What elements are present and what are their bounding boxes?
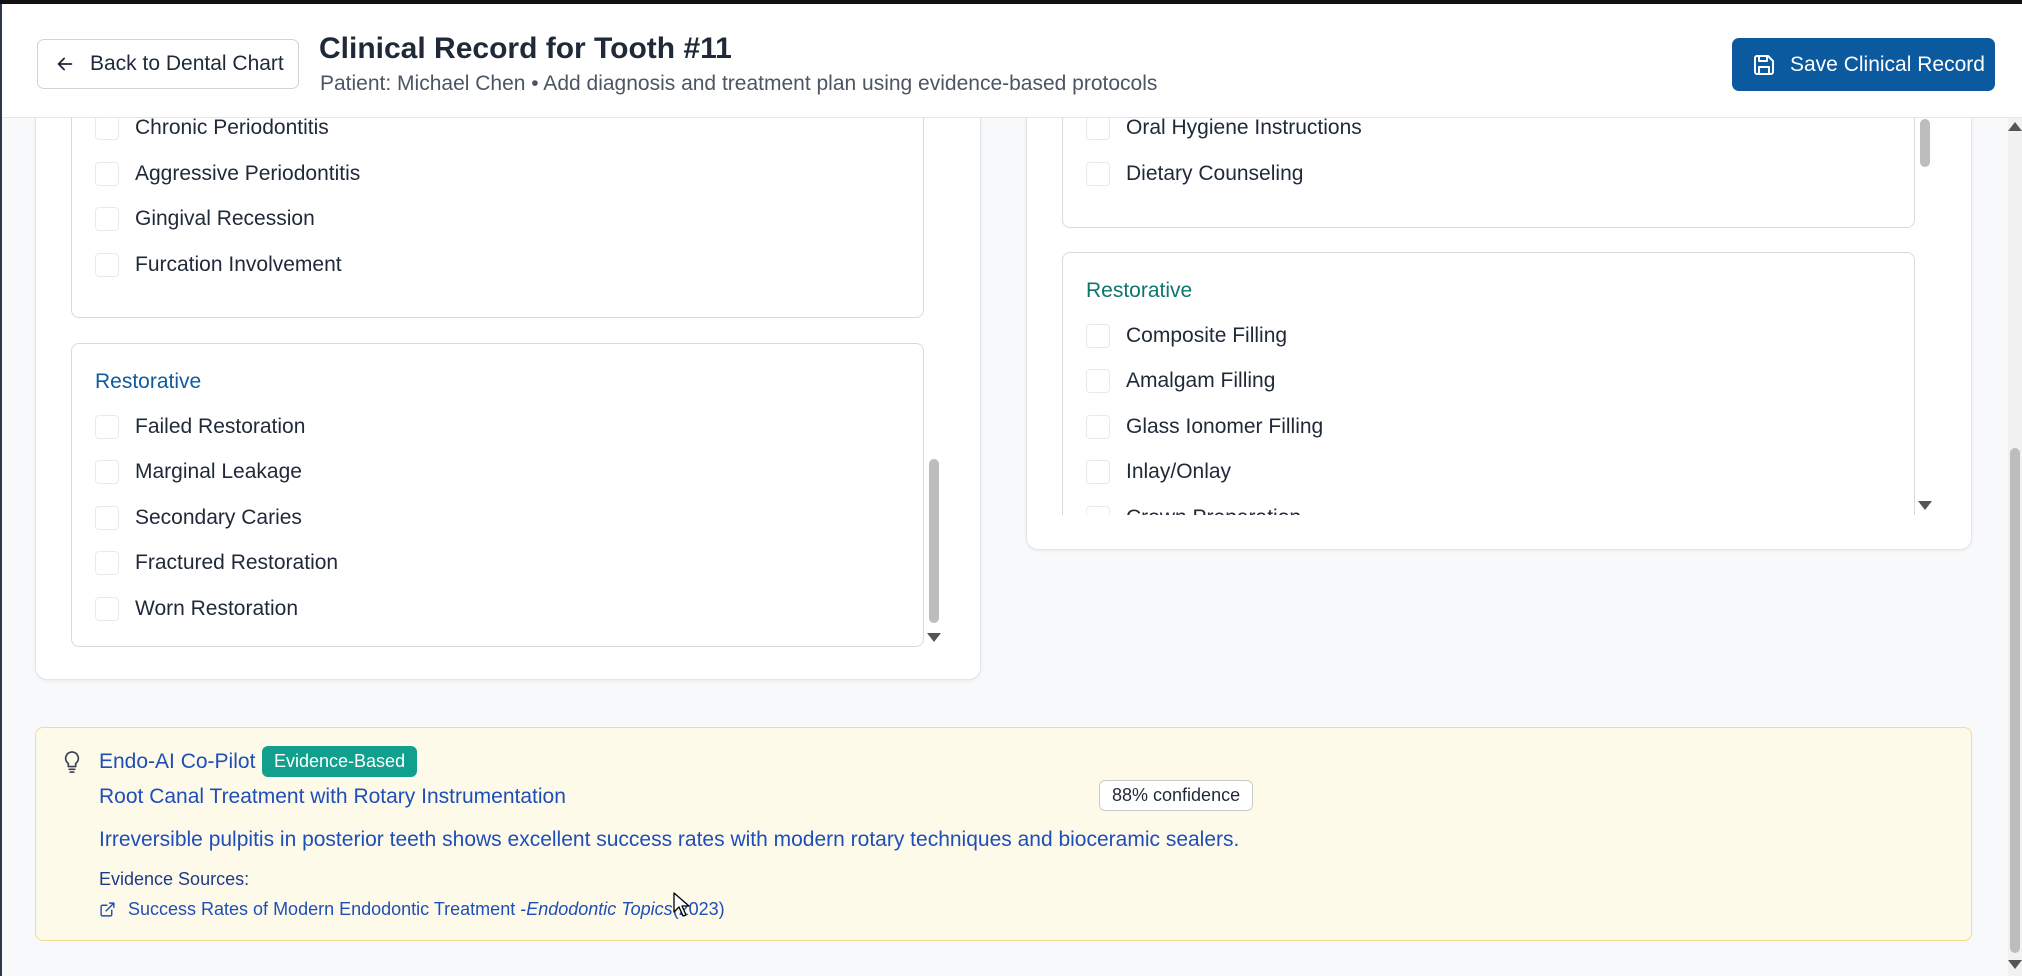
diagnosis-option[interactable]: Worn Restoration [95,594,298,624]
option-label: Glass Ionomer Filling [1126,415,1324,438]
checkbox[interactable] [1086,116,1110,140]
option-label: Aggressive Periodontitis [135,162,361,185]
treatment-panel: Oral Hygiene Instructions Dietary Counse… [1026,61,1972,550]
page-scrollbar[interactable] [2008,118,2022,976]
copilot-name: Endo-AI Co-Pilot [99,750,256,773]
checkbox[interactable] [95,253,119,277]
scrollbar-thumb[interactable] [929,459,939,623]
option-label: Secondary Caries [135,506,302,529]
evidence-sources-label: Evidence Sources: [99,869,250,889]
option-label: Furcation Involvement [135,253,342,276]
page-subtitle: Patient: Michael Chen • Add diagnosis an… [320,72,1158,95]
treatment-scrollbar[interactable] [1918,119,1932,515]
checkbox[interactable] [1086,415,1110,439]
diagnosis-option[interactable]: Gingival Recession [95,204,315,234]
option-label: Fractured Restoration [135,551,339,574]
option-label: Gingival Recession [135,207,315,230]
page-header: Back to Dental Chart Clinical Record for… [2,4,2022,118]
checkbox[interactable] [95,415,119,439]
option-label: Marginal Leakage [135,460,302,483]
diagnosis-option[interactable]: Secondary Caries [95,503,302,533]
scrollbar-thumb[interactable] [1920,119,1930,167]
option-label: Worn Restoration [135,597,299,620]
window-left-border [0,4,2,976]
checkbox[interactable] [95,506,119,530]
save-icon [1754,54,1774,75]
diagnosis-option[interactable]: Marginal Leakage [95,457,302,487]
page-scrollbar-thumb[interactable] [2010,448,2020,953]
option-label: Amalgam Filling [1126,369,1276,392]
option-label: Chronic Periodontitis [135,116,329,139]
treatment-option[interactable]: Glass Ionomer Filling [1086,412,1323,442]
checkbox[interactable] [1086,460,1110,484]
treatment-option[interactable]: Amalgam Filling [1086,366,1275,396]
diagnosis-option[interactable]: Aggressive Periodontitis [95,159,360,189]
option-label: Inlay/Onlay [1126,460,1232,483]
checkbox[interactable] [95,551,119,575]
restorative-treatment-card: Restorative Composite Filling Amalgam Fi… [1062,252,1915,515]
checkbox[interactable] [1086,506,1110,515]
back-button[interactable]: Back to Dental Chart [37,39,299,89]
scroll-down-icon[interactable] [1918,501,1932,510]
category-title: Restorative [1086,279,1193,302]
evidence-source-link[interactable]: Success Rates of Modern Endodontic Treat… [99,899,725,920]
option-label: Crown Preparation [1126,506,1301,515]
lightbulb-icon [64,751,80,773]
source-journal: Endodontic Topics [526,899,673,919]
mouse-cursor-icon [673,892,690,917]
category-title: Restorative [95,370,202,393]
checkbox[interactable] [1086,369,1110,393]
checkbox[interactable] [95,597,119,621]
checkbox[interactable] [1086,162,1110,186]
back-button-label: Back to Dental Chart [90,52,284,75]
treatment-option[interactable]: Inlay/Onlay [1086,457,1231,487]
confidence-badge: 88% confidence [1099,780,1254,811]
scroll-down-icon[interactable] [927,633,941,642]
diagnosis-option[interactable]: Fractured Restoration [95,548,338,578]
option-label: Failed Restoration [135,415,306,438]
arrow-left-icon [57,57,73,71]
option-label: Oral Hygiene Instructions [1126,116,1362,139]
restorative-treatment-viewport: Restorative Composite Filling Amalgam Fi… [1062,252,1915,515]
checkbox[interactable] [1086,324,1110,348]
recommendation-description: Irreversible pulpitis in posterior teeth… [99,828,1240,851]
treatment-option[interactable]: Dietary Counseling [1086,159,1303,189]
checkbox[interactable] [95,460,119,484]
diagnosis-option[interactable]: Failed Restoration [95,412,305,442]
checkbox[interactable] [95,116,119,140]
treatment-option[interactable]: Composite Filling [1086,321,1287,351]
option-label: Dietary Counseling [1126,162,1304,185]
evidence-badge: Evidence-Based [262,746,418,777]
save-button[interactable]: Save Clinical Record [1732,38,1995,91]
treatment-option[interactable]: Crown Preparation [1086,503,1301,515]
diagnosis-option[interactable]: Furcation Involvement [95,250,342,280]
checkbox[interactable] [95,207,119,231]
save-button-label: Save Clinical Record [1790,52,1985,76]
page-title: Clinical Record for Tooth #11 [319,32,732,65]
checkbox[interactable] [95,162,119,186]
scroll-up-icon[interactable] [2008,122,2022,131]
ai-copilot-panel: Endo-AI Co-Pilot Evidence-Based Root Can… [35,727,1972,941]
scroll-down-icon[interactable] [2008,960,2022,969]
external-link-icon [100,902,115,917]
recommendation-title[interactable]: Root Canal Treatment with Rotary Instrum… [99,785,566,809]
restorative-diagnosis-card: Restorative Failed Restoration Marginal … [71,343,924,647]
source-title: Success Rates of Modern Endodontic Treat… [128,899,527,919]
diagnosis-panel: Chronic Periodontitis Aggressive Periodo… [35,61,981,680]
option-label: Composite Filling [1126,324,1288,347]
diagnosis-scrollbar[interactable] [927,119,941,649]
